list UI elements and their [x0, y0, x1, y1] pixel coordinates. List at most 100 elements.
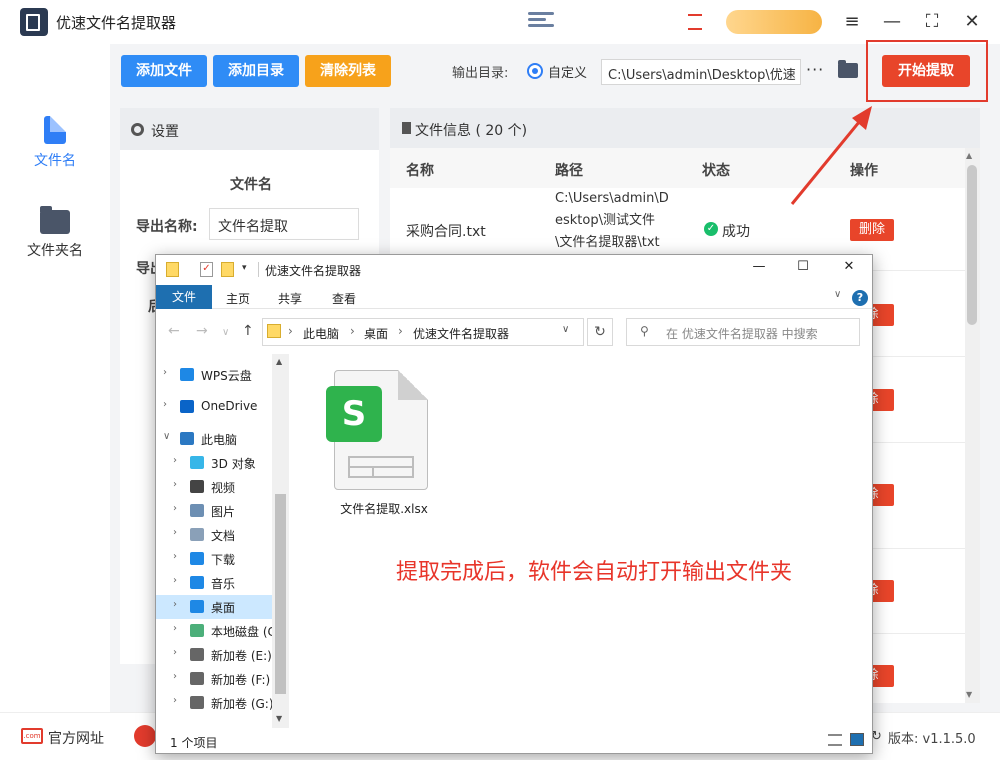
- custom-radio[interactable]: [527, 63, 543, 79]
- add-file-button[interactable]: 添加文件: [121, 55, 207, 87]
- website-link[interactable]: 官方网址: [48, 728, 104, 748]
- breadcrumb-item[interactable]: 优速文件名提取器: [413, 325, 509, 342]
- tree-item[interactable]: › 音乐: [156, 571, 272, 595]
- tree-item-label: 图片: [211, 505, 236, 519]
- breadcrumb-separator: ›: [350, 324, 355, 338]
- support-icon[interactable]: [134, 725, 156, 747]
- folder-icon: [40, 206, 70, 234]
- help-icon[interactable]: ?: [852, 290, 868, 306]
- video-icon: [190, 480, 204, 493]
- address-dropdown-icon[interactable]: ∨: [562, 324, 569, 335]
- tree-item[interactable]: › 文档: [156, 523, 272, 547]
- chevron-right-icon[interactable]: ›: [173, 575, 177, 586]
- tab-home[interactable]: 主页: [226, 290, 250, 307]
- tab-file[interactable]: 文件: [156, 285, 212, 309]
- tree-item[interactable]: ∨ 此电脑: [156, 427, 272, 451]
- explorer-ribbon: [156, 285, 872, 309]
- nav-item-foldername[interactable]: 文件夹名: [0, 206, 110, 260]
- nav-item-label: 文件夹名: [27, 243, 83, 259]
- chevron-right-icon[interactable]: ›: [173, 623, 177, 634]
- tree-scroll-thumb[interactable]: [275, 494, 286, 694]
- refresh-button[interactable]: ↻: [587, 318, 613, 346]
- promo-icon[interactable]: [688, 14, 702, 30]
- details-view-icon[interactable]: [828, 734, 842, 746]
- explorer-maximize-button[interactable]: ☐: [788, 259, 818, 279]
- back-icon[interactable]: ←: [168, 323, 180, 339]
- chevron-right-icon[interactable]: ›: [173, 695, 177, 706]
- scroll-down-icon[interactable]: ▼: [966, 690, 972, 699]
- new-folder-icon[interactable]: [221, 262, 234, 277]
- chevron-right-icon[interactable]: ›: [173, 479, 177, 490]
- chevron-right-icon[interactable]: ›: [163, 399, 167, 410]
- tree-item[interactable]: › 新加卷 (G:): [156, 691, 272, 715]
- breadcrumb-item[interactable]: 桌面: [364, 325, 388, 342]
- custom-radio-label[interactable]: 自定义: [548, 62, 587, 81]
- tab-view[interactable]: 查看: [332, 290, 356, 307]
- chevron-right-icon[interactable]: ›: [173, 671, 177, 682]
- quick-access-dropdown-icon[interactable]: ▾: [242, 263, 247, 273]
- recent-dropdown-icon[interactable]: ∨: [222, 327, 229, 338]
- more-button[interactable]: ···: [806, 60, 824, 79]
- chevron-right-icon[interactable]: ›: [173, 455, 177, 466]
- tree-item[interactable]: › 新加卷 (E:): [156, 643, 272, 667]
- clear-list-button[interactable]: 清除列表: [305, 55, 391, 87]
- chevron-right-icon[interactable]: ›: [163, 367, 167, 378]
- item-count: 1 个项目: [170, 736, 218, 750]
- folder-icon: [267, 324, 281, 338]
- close-button[interactable]: ✕: [960, 10, 984, 34]
- export-name-field[interactable]: 文件名提取: [209, 208, 359, 240]
- tree-item[interactable]: › 图片: [156, 499, 272, 523]
- scroll-up-icon[interactable]: ▲: [276, 357, 282, 366]
- chevron-down-icon[interactable]: ∨: [163, 431, 170, 442]
- drive-icon: [190, 624, 204, 637]
- properties-icon[interactable]: ✓: [200, 262, 213, 277]
- tree-item[interactable]: › 下载: [156, 547, 272, 571]
- file-icon: [44, 116, 66, 144]
- breadcrumb-separator: ›: [398, 324, 403, 338]
- pc-icon: [180, 432, 194, 445]
- scroll-up-icon[interactable]: ▲: [966, 151, 972, 160]
- chevron-right-icon[interactable]: ›: [173, 503, 177, 514]
- export-name-label: 导出名称:: [136, 219, 198, 235]
- menu-icon[interactable]: ≡: [840, 10, 864, 34]
- add-directory-button[interactable]: 添加目录: [213, 55, 299, 87]
- scroll-thumb[interactable]: [967, 165, 977, 325]
- chevron-right-icon[interactable]: ›: [173, 647, 177, 658]
- chevron-right-icon[interactable]: ›: [173, 527, 177, 538]
- breadcrumb-item[interactable]: 此电脑: [303, 325, 339, 342]
- large-icons-view-icon[interactable]: [850, 733, 864, 746]
- nav-item-filename[interactable]: 文件名: [0, 116, 110, 170]
- tab-share[interactable]: 共享: [278, 290, 302, 307]
- explorer-minimize-button[interactable]: —: [744, 259, 774, 279]
- chevron-down-icon[interactable]: ∨: [834, 289, 841, 300]
- up-icon[interactable]: ↑: [242, 323, 254, 339]
- nav-item-label: 文件名: [34, 153, 76, 169]
- output-path-field[interactable]: C:\Users\admin\Desktop\优速: [601, 59, 801, 85]
- tree-item-label: OneDrive: [201, 399, 258, 413]
- tree-item[interactable]: › 桌面: [156, 595, 272, 619]
- tree-item[interactable]: › 新加卷 (F:): [156, 667, 272, 691]
- delete-button[interactable]: 删除: [850, 219, 894, 241]
- tree-item[interactable]: › 视频: [156, 475, 272, 499]
- red-arrow-icon: [790, 106, 872, 205]
- tree-item[interactable]: › WPS云盘: [156, 363, 272, 387]
- website-icon[interactable]: .com: [21, 728, 43, 744]
- start-extract-button[interactable]: 开始提取: [882, 55, 970, 87]
- drive-icon: [190, 648, 204, 661]
- chevron-right-icon[interactable]: ›: [173, 551, 177, 562]
- vip-button[interactable]: [726, 10, 822, 34]
- app-logo-icon: [20, 8, 48, 36]
- tree-item[interactable]: › 本地磁盘 (C: [156, 619, 272, 643]
- file-name-label[interactable]: 文件名提取.xlsx: [338, 500, 430, 517]
- tree-item[interactable]: › OneDrive: [156, 395, 272, 419]
- explorer-close-button[interactable]: ✕: [834, 259, 864, 279]
- minimize-button[interactable]: —: [880, 10, 904, 34]
- forward-icon[interactable]: →: [196, 323, 208, 339]
- tree-item[interactable]: › 3D 对象: [156, 451, 272, 475]
- chevron-right-icon[interactable]: ›: [173, 599, 177, 610]
- scroll-down-icon[interactable]: ▼: [276, 714, 282, 723]
- success-icon: ✓: [704, 222, 718, 236]
- gear-icon: [131, 123, 144, 136]
- maximize-button[interactable]: ⛶: [920, 10, 944, 34]
- open-folder-icon[interactable]: [838, 60, 858, 78]
